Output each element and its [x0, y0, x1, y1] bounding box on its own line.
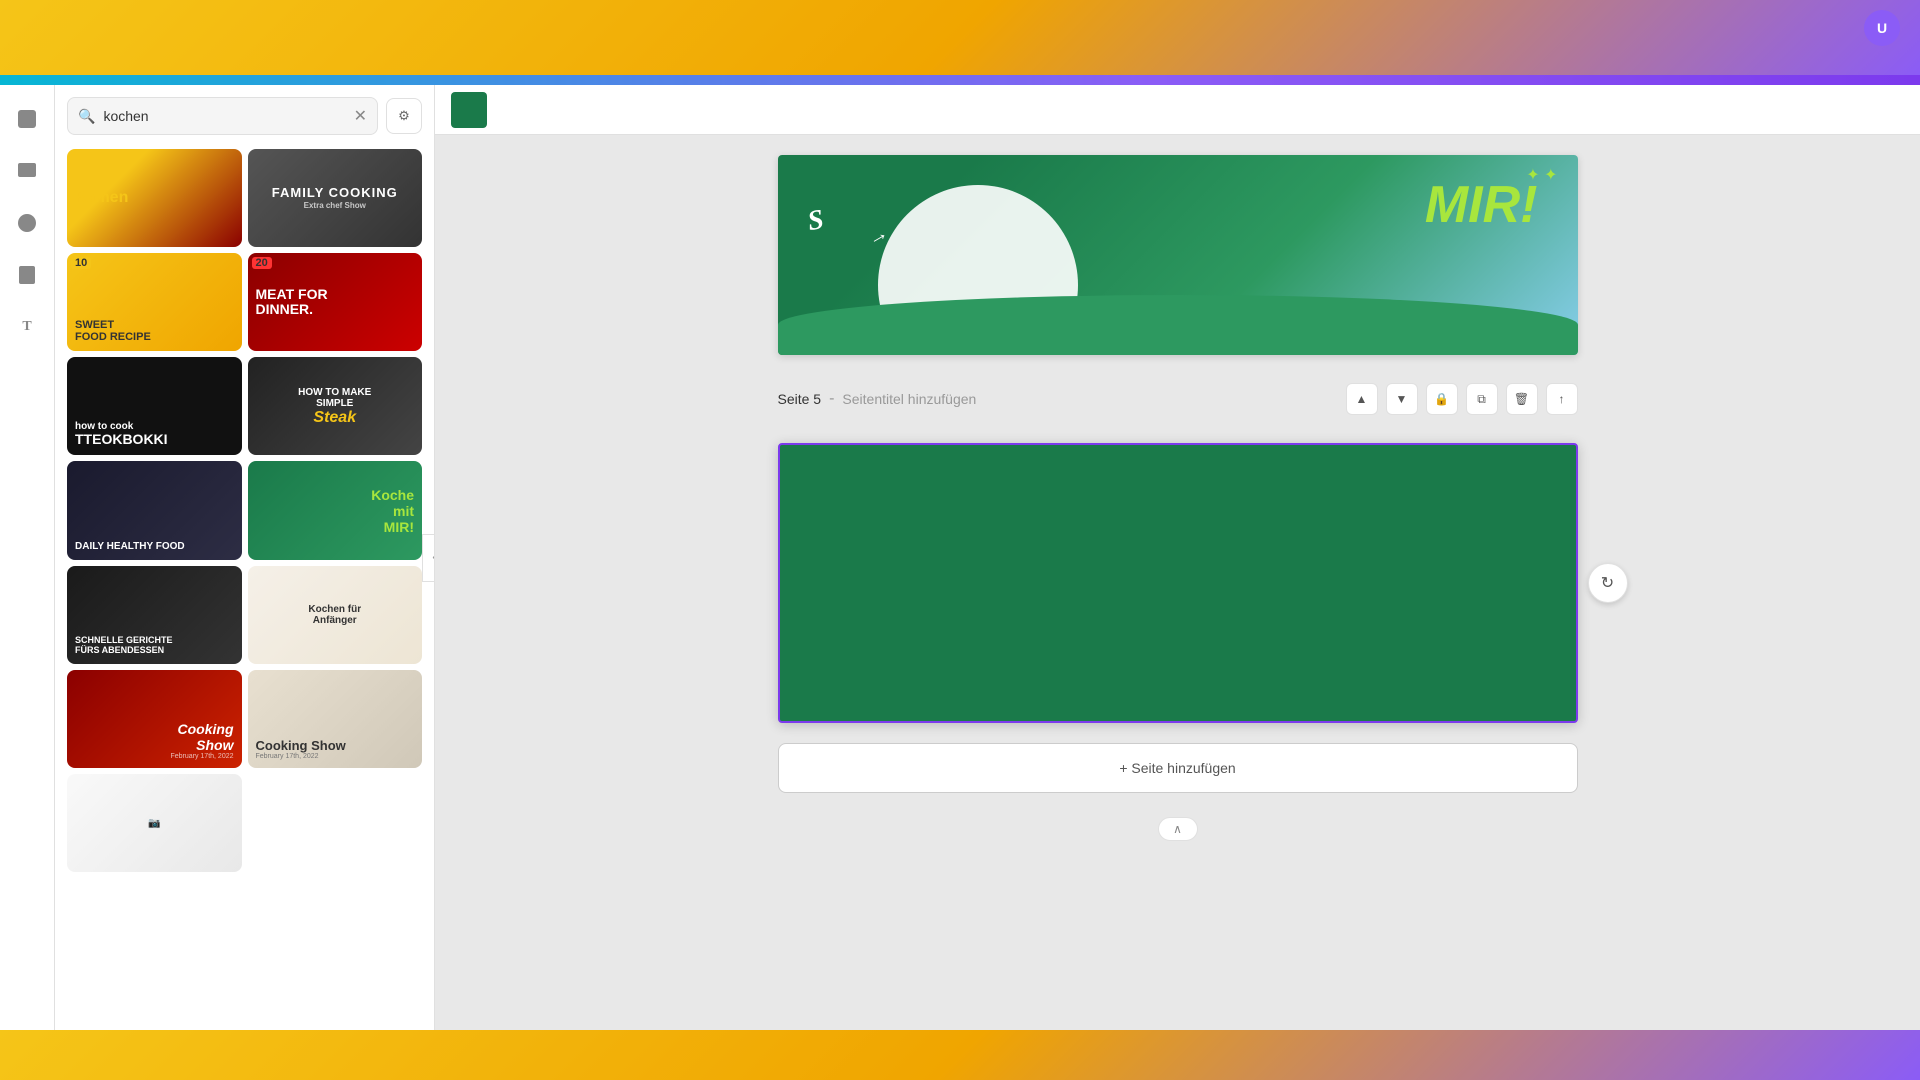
search-bar-container: 🔍 ✕ ⚙ [55, 85, 434, 143]
template-card-steak[interactable]: HOW TO MAKESIMPLESteak [248, 357, 423, 455]
page4-green-hill [778, 295, 1578, 355]
sidebar-item-text[interactable]: T [3, 303, 51, 351]
template-card-ramen[interactable]: Ramen [67, 149, 242, 247]
crown-badge-cooking3 [218, 848, 238, 868]
top-right-area: U [1864, 10, 1900, 46]
second-bar [0, 75, 1920, 85]
template-card-cooking-3[interactable]: 📷 [67, 774, 242, 872]
crown-icon-cooking3 [223, 853, 232, 864]
sidebar-item-elements[interactable] [3, 199, 51, 247]
delete-icon: 🗑 [1514, 392, 1529, 406]
duplicate-page-button[interactable]: ⧉ [1466, 383, 1498, 415]
crown-badge-cooking2 [398, 744, 418, 764]
canvas-scroll-content: MIR! S → ✦ ✦ Seite 5 - Seitentitel hinzu… [435, 135, 1920, 1030]
page4-content: MIR! S → ✦ ✦ [778, 155, 1578, 355]
page5-wrapper: ↻ [778, 443, 1578, 723]
page5-canvas[interactable] [778, 443, 1578, 723]
chevron-down-icon: ▼ [1396, 392, 1408, 406]
uploads-icon [19, 266, 35, 284]
refresh-icon: ↻ [1601, 573, 1614, 593]
avatar[interactable]: U [1864, 10, 1900, 46]
page-up-button[interactable]: ▲ [1346, 383, 1378, 415]
template-card-healthy[interactable]: DAILY HEALTHY FOOD [67, 461, 242, 559]
collapse-button[interactable]: ∧ [1158, 817, 1198, 841]
crown-icon-steak [404, 436, 413, 447]
canvas-toolbar [435, 85, 1920, 135]
template-card-tteokbokki[interactable]: how to cookTTEOKBOKKI [67, 357, 242, 455]
page4-sparkles: ✦ ✦ [1526, 165, 1557, 185]
search-input[interactable] [103, 108, 345, 124]
page5-title-hint: Seitentitel hinzufügen [842, 391, 976, 407]
template-grid: Ramen FAMILY COOKING Extra chef Show 10 … [55, 143, 434, 884]
crown-badge-meat [398, 327, 418, 347]
crown-badge-sweet [218, 327, 238, 347]
page4-preview: MIR! S → ✦ ✦ [778, 155, 1578, 355]
crown-icon-cooking2 [404, 748, 413, 759]
top-decorative-bar: U [0, 0, 1920, 75]
page5-separator: - [829, 390, 834, 408]
lock-page-button[interactable]: 🔒 [1426, 383, 1458, 415]
elements-icon [18, 214, 36, 232]
crown-badge-steak [398, 431, 418, 451]
page5-controls: Seite 5 - Seitentitel hinzufügen ▲ ▼ 🔒 ⧉… [778, 375, 1578, 423]
page4-squiggle: S [805, 204, 826, 238]
template-card-koche[interactable]: KochemitMIR! [248, 461, 423, 559]
collapse-panel-button[interactable]: ‹ [422, 534, 435, 582]
template-card-kochen-anfanger[interactable]: Kochen fürAnfänger [248, 566, 423, 664]
refresh-button[interactable]: ↻ [1588, 563, 1628, 603]
color-swatch-green[interactable] [451, 92, 487, 128]
add-page-label: + Seite hinzufügen [1119, 760, 1235, 776]
search-icon: 🔍 [78, 108, 95, 125]
duplicate-icon: ⧉ [1477, 392, 1486, 407]
crown-icon [223, 332, 232, 343]
chevron-up-icon: ▲ [1356, 392, 1368, 406]
share-page-button[interactable]: ↑ [1546, 383, 1578, 415]
crown-icon-healthy [223, 540, 232, 551]
crown-icon-tteok [223, 436, 232, 447]
page-down-button[interactable]: ▼ [1386, 383, 1418, 415]
search-panel: ‹ 🔍 ✕ ⚙ Ramen FAMILY COOKING Extra chef … [55, 85, 435, 1030]
templates-icon [18, 163, 36, 177]
sidebar-item-templates[interactable] [3, 147, 51, 195]
filter-button[interactable]: ⚙ [386, 98, 422, 134]
template-card-cooking-show-1[interactable]: CookingShow February 17th, 2022 [67, 670, 242, 768]
sidebar: T [0, 85, 55, 1030]
delete-page-button[interactable]: 🗑 [1506, 383, 1538, 415]
page5-label: Seite 5 [778, 391, 822, 407]
collapse-icon: ∧ [1173, 822, 1182, 836]
template-card-family-cooking[interactable]: FAMILY COOKING Extra chef Show [248, 149, 423, 247]
add-page-button[interactable]: + Seite hinzufügen [778, 743, 1578, 793]
crown-icon-meat [404, 332, 413, 343]
crown-badge-healthy [218, 536, 238, 556]
filter-icon: ⚙ [398, 108, 410, 124]
template-card-sweet-food[interactable]: 10 SWEETFOOD RECIPE [67, 253, 242, 351]
template-card-cooking-show-2[interactable]: Cooking Show February 17th, 2022 [248, 670, 423, 768]
template-card-meat-dinner[interactable]: 20 MEAT FORDINNER. [248, 253, 423, 351]
share-icon: ↑ [1559, 392, 1565, 406]
text-icon: T [22, 319, 31, 335]
search-input-wrapper: 🔍 ✕ [67, 97, 378, 135]
page4-text-mir: MIR! [1425, 175, 1538, 235]
lock-icon: 🔒 [1434, 392, 1449, 406]
clear-search-button[interactable]: ✕ [354, 106, 367, 126]
main-canvas: MIR! S → ✦ ✦ Seite 5 - Seitentitel hinzu… [435, 85, 1920, 1030]
collapse-bar: ∧ [778, 813, 1578, 845]
template-card-schnelle[interactable]: SCHNELLE GERICHTEFÜRS ABENDESSEN [67, 566, 242, 664]
crown-icon-cooking1 [223, 748, 232, 759]
home-icon [18, 110, 36, 128]
sidebar-item-uploads[interactable] [3, 251, 51, 299]
bottom-decorative-bar [0, 1030, 1920, 1080]
crown-badge-cooking1 [218, 744, 238, 764]
crown-badge-tteok [218, 431, 238, 451]
sidebar-item-home[interactable] [3, 95, 51, 143]
